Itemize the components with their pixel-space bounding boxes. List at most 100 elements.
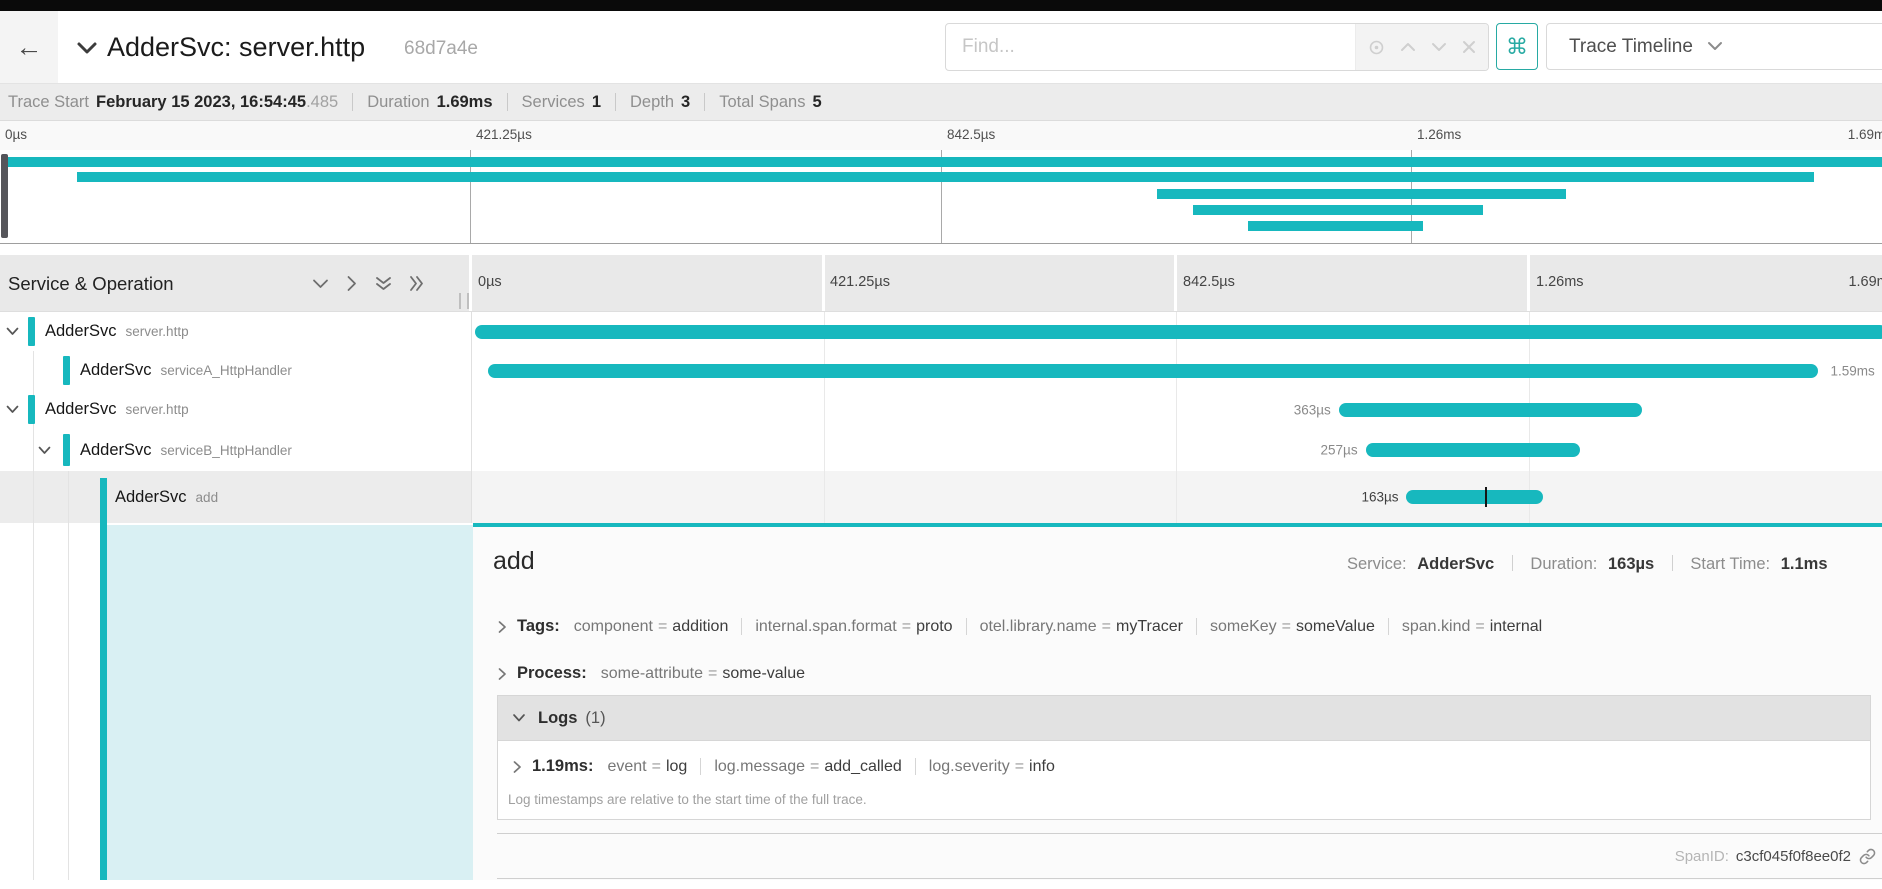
span-row: AdderSvc serviceB_HttpHandler 257µs	[0, 429, 1882, 471]
span-tree-item[interactable]: AdderSvc add	[0, 471, 471, 523]
span-tree-item[interactable]: AdderSvc server.http	[0, 390, 471, 429]
equals-sign: =	[1015, 758, 1024, 776]
ruler-gap	[1174, 255, 1177, 311]
find-input[interactable]	[946, 24, 1355, 70]
spanid-label: SpanID:	[1675, 848, 1729, 865]
chevron-right-icon	[497, 667, 507, 681]
minimap-tick-labels: 0µs 421.25µs 842.5µs 1.26ms 1.69ms	[0, 121, 1882, 150]
pair-key: component	[574, 618, 653, 636]
operation-name: serviceA_HttpHandler	[161, 363, 292, 378]
minimap-span-bar	[1248, 221, 1423, 231]
view-selector-dropdown[interactable]: Trace Timeline	[1546, 23, 1882, 70]
summary-value: 1.69ms	[437, 93, 493, 112]
span-duration-label: 163µs	[1361, 490, 1398, 505]
expand-all-icon[interactable]	[409, 275, 425, 292]
service-name: AdderSvc	[80, 361, 152, 380]
service-name: AdderSvc	[45, 322, 117, 341]
log-entry[interactable]: 1.19ms: event=loglog.message=add_calledl…	[498, 741, 1870, 782]
span-bar[interactable]	[488, 364, 1819, 378]
tags-accordion[interactable]: Tags: component=additioninternal.span.fo…	[497, 617, 1542, 636]
divider	[507, 93, 508, 111]
tree-guide-line	[68, 523, 69, 880]
equals-sign: =	[1102, 618, 1111, 636]
find-suffix-icons	[1355, 24, 1488, 70]
divider	[915, 758, 916, 775]
summary-label: Trace Start	[8, 93, 89, 112]
tick-label: 1.26ms	[1417, 127, 1461, 142]
pair-key: span.kind	[1402, 618, 1471, 636]
prev-result-icon[interactable]	[1400, 41, 1416, 53]
process-accordion[interactable]: Process: some-attribute=some-value	[497, 664, 805, 683]
pair-value: myTracer	[1116, 618, 1183, 636]
pair-key: otel.library.name	[980, 618, 1097, 636]
span-bar[interactable]	[475, 325, 1882, 339]
span-rows: AdderSvc server.http AdderSvc serviceA_H…	[0, 312, 1882, 523]
pair-value: someValue	[1296, 618, 1375, 636]
service-name: AdderSvc	[45, 400, 117, 419]
logs-accordion-header[interactable]: Logs (1)	[498, 696, 1870, 741]
span-duration-label: 1.59ms	[1831, 363, 1875, 378]
meta-label: Start Time:	[1690, 555, 1770, 573]
minimap-viewport-handle[interactable]	[1, 154, 8, 238]
service-accent-bar	[28, 317, 35, 346]
pair-key: some-attribute	[601, 665, 703, 683]
tick-label: 842.5µs	[947, 127, 995, 142]
process-list: some-attribute=some-value	[601, 665, 805, 683]
span-tree-item[interactable]: AdderSvc server.http	[0, 312, 471, 351]
trace-minimap[interactable]	[0, 150, 1882, 244]
trace-collapse-toggle[interactable]	[74, 37, 100, 59]
page-title: AdderSvc: server.http	[107, 11, 365, 83]
ruler-gap	[469, 255, 472, 311]
next-result-icon[interactable]	[1431, 41, 1447, 53]
chevron-down-icon[interactable]	[6, 405, 19, 414]
summary-value: February 15 2023, 16:54:45	[96, 93, 306, 112]
span-track: 1.59ms	[471, 351, 1882, 390]
span-tree-item[interactable]: AdderSvc serviceB_HttpHandler	[0, 429, 471, 471]
tree-controls	[312, 255, 425, 312]
span-tree-item[interactable]: AdderSvc serviceA_HttpHandler	[0, 351, 471, 390]
service-name: AdderSvc	[80, 441, 152, 460]
collapse-all-icon[interactable]	[375, 276, 392, 292]
chevron-down-icon[interactable]	[6, 327, 19, 336]
span-detail-meta: Service: AdderSvc Duration: 163µs Start …	[1347, 555, 1828, 574]
ruler-tick-label: 842.5µs	[1183, 274, 1235, 290]
divider	[704, 93, 705, 111]
summary-label: Duration	[367, 93, 429, 112]
service-accent-bar	[28, 395, 35, 424]
chevron-down-icon	[74, 37, 100, 59]
equals-sign: =	[658, 618, 667, 636]
span-bar[interactable]	[1406, 490, 1542, 504]
expand-one-icon[interactable]	[346, 275, 358, 292]
logs-label: Logs	[538, 709, 577, 728]
column-resize-grip[interactable]	[459, 293, 469, 309]
focus-target-icon[interactable]	[1368, 39, 1385, 56]
pair-key: log.severity	[929, 758, 1010, 776]
tag-list: component=additioninternal.span.format=p…	[574, 618, 1542, 636]
divider	[615, 93, 616, 111]
summary-value-fraction: .485	[306, 93, 338, 112]
span-row: AdderSvc server.http	[0, 312, 1882, 351]
chevron-down-icon	[1707, 41, 1723, 52]
pair-value: some-value	[722, 665, 805, 683]
span-bar[interactable]	[1366, 443, 1580, 457]
summary-label: Total Spans	[719, 93, 805, 112]
divider	[966, 618, 967, 635]
pair-key: event	[607, 758, 646, 776]
clear-search-icon[interactable]	[1462, 40, 1476, 54]
back-button[interactable]: ←	[0, 11, 58, 83]
divider	[700, 758, 701, 775]
span-row: AdderSvc server.http 363µs	[0, 390, 1882, 429]
equals-sign: =	[652, 758, 661, 776]
command-icon: ⌘	[1506, 34, 1528, 60]
divider	[1196, 618, 1197, 635]
keyboard-shortcuts-button[interactable]: ⌘	[1496, 23, 1538, 70]
log-marker[interactable]	[1485, 487, 1487, 507]
span-bar[interactable]	[1339, 403, 1642, 417]
selected-span-accent-bar	[100, 478, 107, 880]
equals-sign: =	[1282, 618, 1291, 636]
span-duration-label: 257µs	[1321, 443, 1358, 458]
service-accent-bar	[63, 434, 70, 466]
copy-link-icon[interactable]	[1859, 848, 1876, 865]
chevron-down-icon[interactable]	[38, 446, 51, 455]
collapse-one-icon[interactable]	[312, 278, 329, 290]
